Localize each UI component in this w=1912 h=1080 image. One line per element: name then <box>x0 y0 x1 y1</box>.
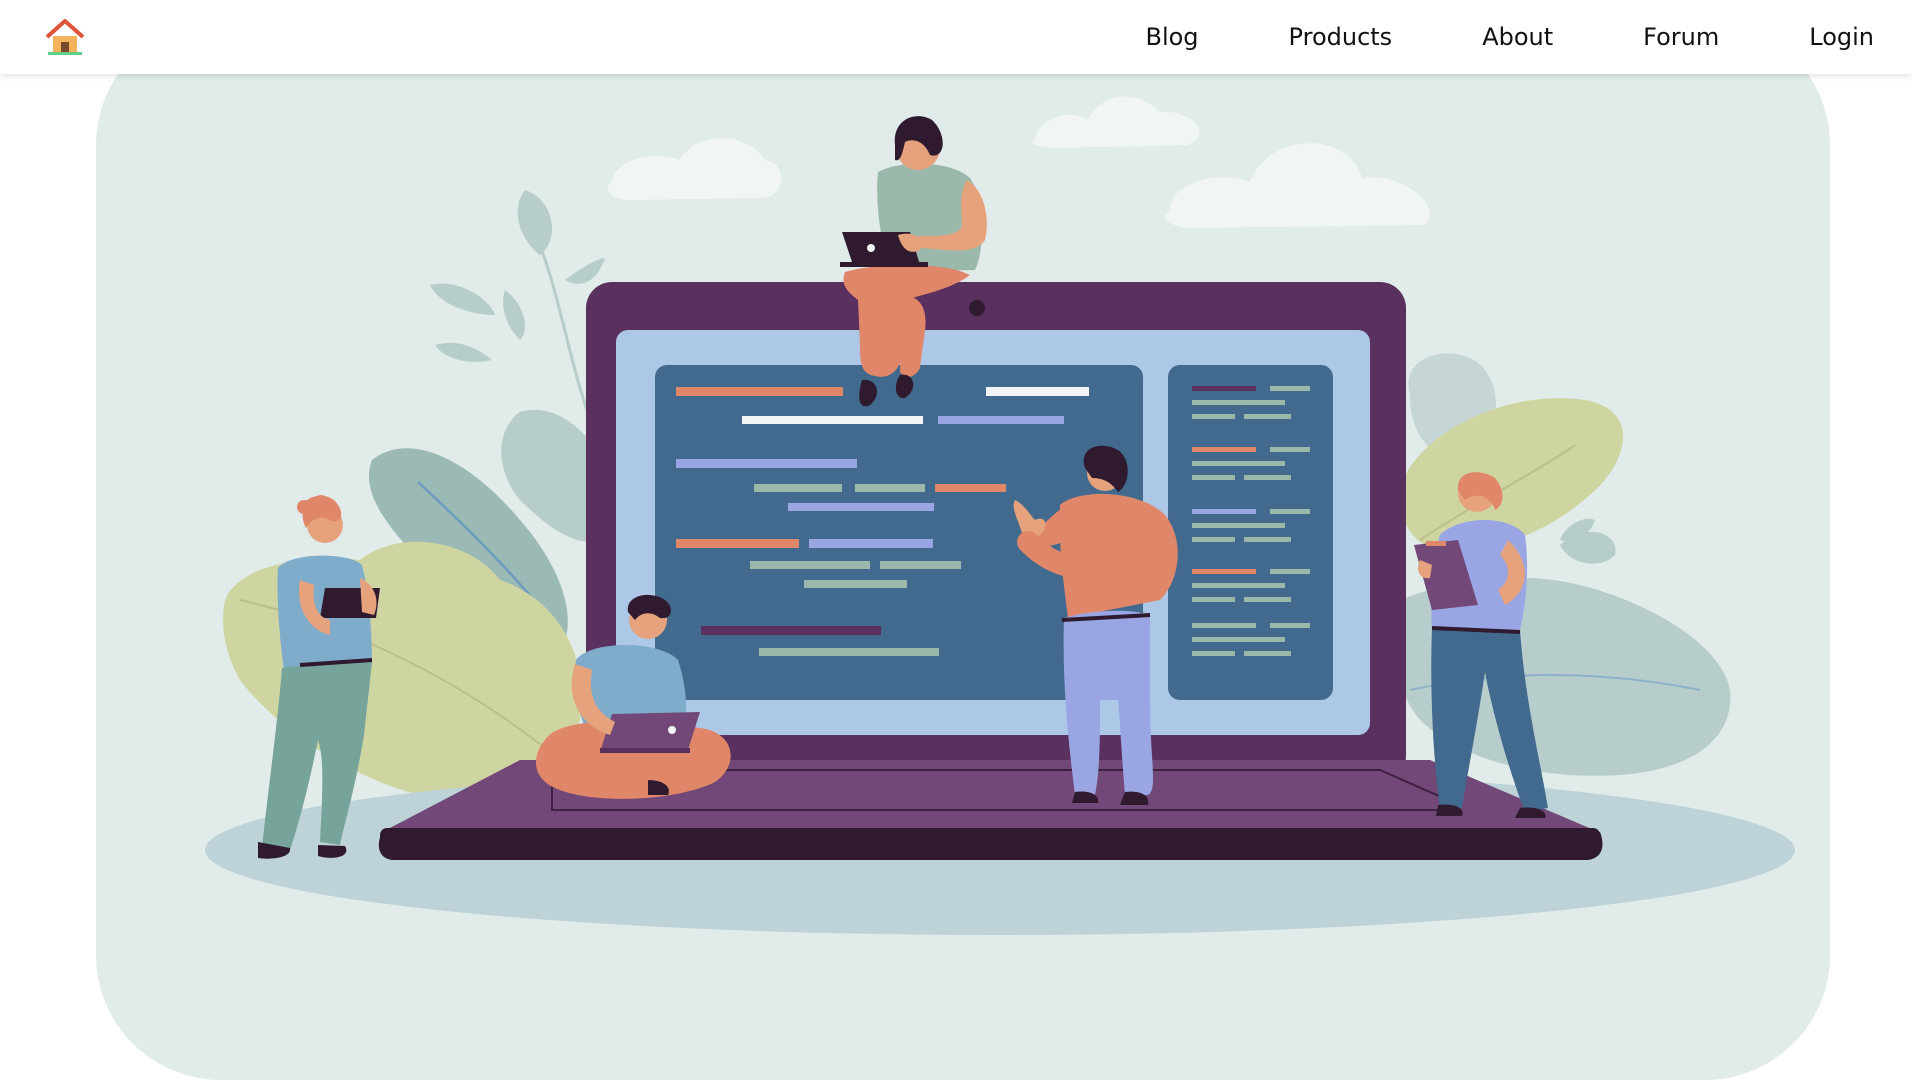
nav-link-forum[interactable]: Forum <box>1643 23 1719 51</box>
nav-links: Blog Products About Forum Login <box>1145 0 1874 74</box>
hero-illustration <box>205 96 1795 935</box>
top-nav-bar: Blog Products About Forum Login <box>0 0 1912 74</box>
nav-link-about[interactable]: About <box>1482 23 1553 51</box>
house-icon[interactable] <box>44 16 86 58</box>
nav-link-login[interactable]: Login <box>1809 23 1874 51</box>
nav-link-blog[interactable]: Blog <box>1145 23 1198 51</box>
nav-link-products[interactable]: Products <box>1289 23 1393 51</box>
clouds <box>607 96 1430 228</box>
